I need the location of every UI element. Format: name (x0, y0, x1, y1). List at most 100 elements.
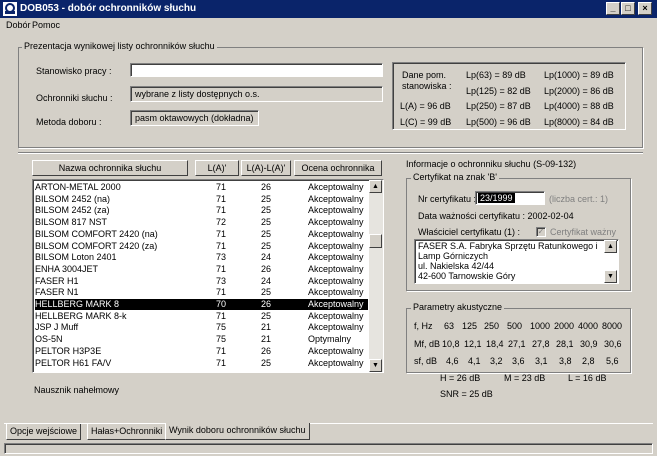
cert-owner-text: FASER S.A. Fabryka Sprzętu Ratunkowego i… (418, 241, 602, 281)
station-lp250: Lp(250) = 87 dB (466, 101, 531, 111)
minimize-button[interactable]: _ (606, 2, 620, 15)
protector-difference: 24 (261, 275, 272, 286)
protector-name: HELLBERG MARK 8-k (35, 310, 127, 321)
protector-name: BILSOM Loton 2401 (35, 252, 117, 263)
separator (18, 152, 643, 154)
column-header-name[interactable]: Nazwa ochronnika słuchu (32, 160, 188, 176)
protector-rating: Akceptowalny (308, 275, 364, 286)
protector-rating: Optymalny (308, 334, 352, 345)
cert-owner-box[interactable]: FASER S.A. Fabryka Sprzętu Ratunkowego i… (414, 239, 619, 284)
protector-difference: 26 (261, 263, 272, 274)
protector-la: 71 (216, 357, 227, 368)
scroll-down-button[interactable]: ▼ (369, 359, 382, 372)
table-row[interactable]: PELTOR H3P3E 71 26 Akceptowalny (35, 346, 368, 357)
app-icon (3, 2, 17, 16)
tab-noise-protectors[interactable]: Hałas+Ochronniki (87, 424, 167, 440)
tab-input-options[interactable]: Opcje wejściowe (6, 424, 82, 440)
cert-owner-line: Lamp Górniczych (418, 251, 489, 261)
column-header-difference[interactable]: L(A)-L(A)' (241, 160, 291, 176)
protector-la: 71 (216, 345, 227, 356)
protector-difference: 25 (261, 193, 272, 204)
table-row[interactable]: OS-5N 75 21 Optymalny (35, 334, 368, 345)
protector-name: FASER H1 (35, 275, 79, 286)
workplace-label: Stanowisko pracy : (36, 66, 112, 76)
station-lc: L(C) = 99 dB (400, 117, 452, 127)
table-row[interactable]: BILSOM COMFORT 2420 (za) 71 25 Akceptowalny (35, 241, 368, 252)
station-lp500: Lp(500) = 96 dB (466, 117, 531, 127)
cert-valid-label: Certyfikat ważny (550, 227, 617, 237)
cert-valid-checkbox[interactable]: ✓ (536, 227, 546, 237)
table-row[interactable]: BILSOM Loton 2401 73 24 Akceptowalny (35, 252, 368, 263)
cert-number-label: Nr certyfikatu : (418, 194, 477, 204)
column-header-la[interactable]: L(A)' (195, 160, 239, 176)
protector-la: 73 (216, 252, 227, 263)
cert-owner-line: 42-600 Tarnowskie Góry (418, 271, 516, 281)
freq-value: 500 (507, 321, 523, 331)
column-header-rating[interactable]: Ocena ochronnika (294, 160, 382, 176)
cert-owner-line: FASER S.A. Fabryka Sprzętu Ratunkowego i (418, 241, 598, 251)
table-row[interactable]: PELTOR H61 FA/V 71 25 Akceptowalny (35, 358, 368, 369)
table-row[interactable]: BILSOM 817 NST 72 25 Akceptowalny (35, 217, 368, 228)
protector-la: 71 (216, 193, 227, 204)
protector-name: BILSOM COMFORT 2420 (na) (35, 228, 158, 239)
status-bar (4, 443, 653, 454)
mf-label: Mf, dB (414, 339, 441, 349)
sf-value: 3,8 (559, 356, 572, 366)
scroll-thumb[interactable] (369, 234, 382, 248)
menu-dobor[interactable]: Dobór (6, 20, 31, 30)
protector-name: ENHA 3004JET (35, 263, 99, 274)
h-value: H = 26 dB (440, 373, 481, 383)
hml-row: H = 26 dB M = 23 dB L = 16 dB (440, 373, 626, 384)
table-row[interactable]: BILSOM 2452 (na) 71 25 Akceptowalny (35, 194, 368, 205)
protector-name: ARTON-METAL 2000 (35, 182, 121, 192)
protector-la: 71 (216, 228, 227, 239)
table-row[interactable]: BILSOM 2452 (za) 71 25 Akceptowalny (35, 205, 368, 216)
cert-number-value: 23/1999 (478, 193, 515, 203)
mf-value: 27,1 (508, 339, 526, 349)
protector-name: HELLBERG MARK 8 (35, 299, 120, 309)
protector-difference: 26 (261, 182, 272, 192)
station-la: L(A) = 96 dB (400, 101, 451, 111)
sf-value: 3,6 (512, 356, 525, 366)
protector-rating: Akceptowalny (308, 299, 364, 309)
freq-value: 4000 (578, 321, 599, 331)
presentation-group-title: Prezentacja wynikowej listy ochronników … (22, 41, 217, 51)
protector-la: 71 (216, 287, 227, 298)
table-row[interactable]: BILSOM COMFORT 2420 (na) 71 25 Akceptowalny (35, 229, 368, 240)
freq-row: f, Hz 63 125 250 500 1000 2000 4000 8000 (414, 321, 626, 332)
freq-value: 2000 (554, 321, 575, 331)
owner-scroll-down[interactable]: ▼ (604, 270, 617, 283)
table-row[interactable]: ARTON-METAL 2000 71 26 Akceptowalny (35, 182, 368, 193)
table-row[interactable]: HELLBERG MARK 8 70 26 Akceptowalny (35, 299, 368, 310)
station-lp63: Lp(63) = 89 dB (466, 70, 526, 80)
freq-value: 125 (462, 321, 478, 331)
method-label: Metoda doboru : (36, 117, 102, 127)
table-row[interactable]: FASER N1 71 25 Akceptowalny (35, 287, 368, 298)
table-row[interactable]: ENHA 3004JET 71 26 Akceptowalny (35, 264, 368, 275)
protector-difference: 26 (261, 345, 272, 356)
close-button[interactable]: × (638, 2, 652, 15)
protector-difference: 25 (261, 310, 272, 321)
protector-la: 71 (216, 310, 227, 321)
maximize-button[interactable]: □ (621, 2, 635, 15)
workplace-input[interactable] (130, 63, 383, 77)
protector-la: 73 (216, 275, 227, 286)
protector-name: PELTOR H3P3E (35, 345, 102, 356)
method-field: pasm oktawowych (dokładna) (130, 110, 259, 126)
table-row[interactable]: JSP J Muff 75 21 Akceptowalny (35, 322, 368, 333)
tab-results[interactable]: Wynik doboru ochronników słuchu (165, 423, 310, 440)
list-scrollbar[interactable]: ▲ ▼ (369, 180, 383, 372)
mf-value: 30,6 (604, 339, 622, 349)
scroll-up-button[interactable]: ▲ (369, 180, 382, 193)
table-row[interactable]: HELLBERG MARK 8-k 71 25 Akceptowalny (35, 311, 368, 322)
protector-difference: 24 (261, 252, 272, 263)
mf-value: 30,9 (580, 339, 598, 349)
protector-rating: Akceptowalny (308, 263, 364, 274)
menu-pomoc[interactable]: Pomoc (32, 20, 60, 30)
table-row[interactable]: FASER H1 73 24 Akceptowalny (35, 276, 368, 287)
protector-list-rows: ARTON-METAL 2000 71 26 Akceptowalny BILSOM 2… (35, 182, 369, 370)
protector-difference: 25 (261, 287, 272, 298)
protector-list[interactable]: ARTON-METAL 2000 71 26 Akceptowalny BILSOM 2… (32, 179, 384, 373)
owner-scroll-up[interactable]: ▲ (604, 240, 617, 253)
protector-la: 72 (216, 217, 227, 228)
